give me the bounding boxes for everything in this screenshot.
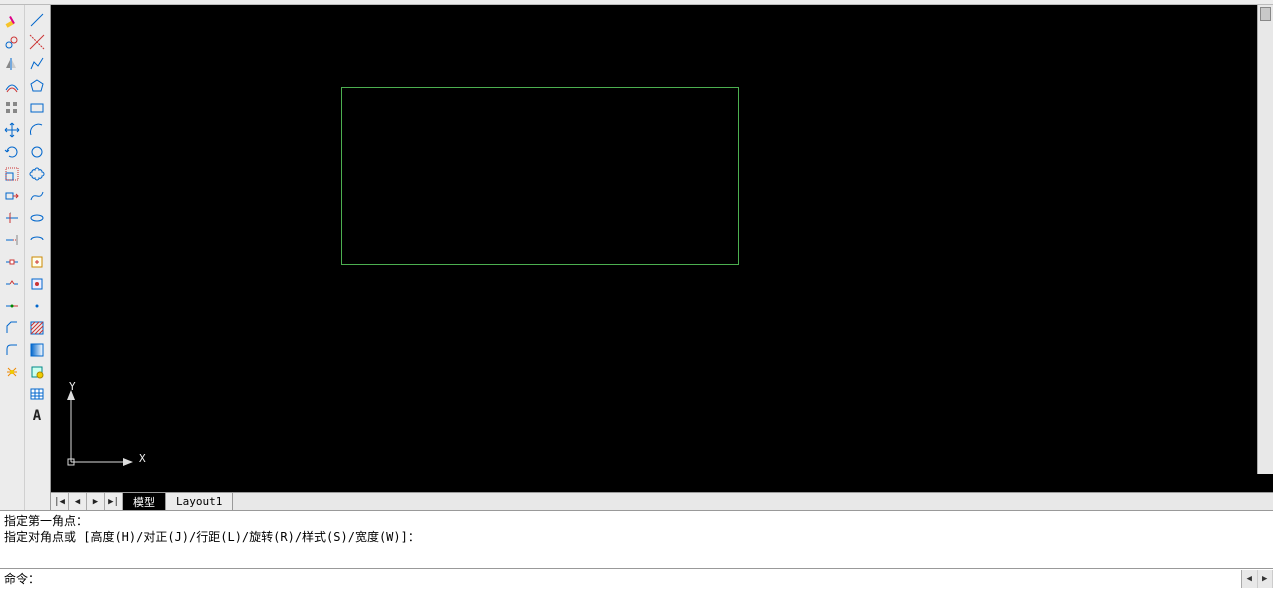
arc-icon[interactable] (26, 119, 48, 141)
command-line: 命令： ◀ ▶ (0, 568, 1273, 588)
extend-icon[interactable] (1, 229, 23, 251)
ucs-y-label: Y (69, 380, 76, 393)
spline-icon[interactable] (26, 185, 48, 207)
break-point-icon[interactable] (1, 251, 23, 273)
tab-layout1[interactable]: Layout1 (166, 493, 233, 510)
tab-nav-prev[interactable]: ◀ (69, 493, 87, 510)
mtext-icon[interactable]: A (26, 405, 48, 427)
command-hscroll: ◀ ▶ (1241, 570, 1273, 588)
tab-nav-last[interactable]: ▶| (105, 493, 123, 510)
table-icon[interactable] (26, 383, 48, 405)
ucs-x-label: X (139, 452, 146, 465)
modify-toolbar (0, 5, 25, 510)
cmd-scroll-right-icon[interactable]: ▶ (1258, 570, 1273, 588)
offset-icon[interactable] (1, 75, 23, 97)
history-line-2: 指定对角点或 [高度(H)/对正(J)/行距(L)/旋转(R)/样式(S)/宽度… (4, 530, 420, 544)
ucs-icon: Y X (61, 382, 141, 472)
trim-icon[interactable] (1, 207, 23, 229)
drawn-rectangle[interactable] (341, 87, 739, 265)
mtext-label: A (33, 408, 41, 424)
stretch-icon[interactable] (1, 185, 23, 207)
cmd-scroll-left-icon[interactable]: ◀ (1242, 570, 1258, 588)
drawing-canvas[interactable]: Y X (51, 5, 1273, 492)
layout-tabs: |◀ ◀ ▶ ▶| 模型 Layout1 (51, 492, 1273, 510)
gradient-icon[interactable] (26, 339, 48, 361)
history-line-1: 指定第一角点： (4, 514, 88, 528)
vertical-scrollbar[interactable] (1257, 5, 1273, 474)
command-prompt: 命令： (0, 570, 44, 587)
tab-nav-first[interactable]: |◀ (51, 493, 69, 510)
command-history: 指定第一角点： 指定对角点或 [高度(H)/对正(J)/行距(L)/旋转(R)/… (0, 510, 1273, 568)
break-icon[interactable] (1, 273, 23, 295)
erase-icon[interactable] (1, 9, 23, 31)
tab-model[interactable]: 模型 (123, 493, 166, 510)
tab-nav-next[interactable]: ▶ (87, 493, 105, 510)
region-icon[interactable] (26, 361, 48, 383)
make-block-icon[interactable] (26, 273, 48, 295)
mirror-icon[interactable] (1, 53, 23, 75)
chamfer-icon[interactable] (1, 317, 23, 339)
move-icon[interactable] (1, 119, 23, 141)
ellipse-arc-icon[interactable] (26, 229, 48, 251)
main-row: A Y X |◀ ◀ (0, 5, 1273, 510)
scrollbar-thumb[interactable] (1260, 7, 1271, 21)
fillet-icon[interactable] (1, 339, 23, 361)
polyline-icon[interactable] (26, 53, 48, 75)
point-icon[interactable] (26, 295, 48, 317)
command-input[interactable] (44, 570, 1241, 588)
canvas-column: Y X |◀ ◀ ▶ ▶| 模型 Layout1 (51, 5, 1273, 510)
left-toolbars: A (0, 5, 51, 510)
copy-icon[interactable] (1, 31, 23, 53)
construction-line-icon[interactable] (26, 31, 48, 53)
rectangle-icon[interactable] (26, 97, 48, 119)
ellipse-icon[interactable] (26, 207, 48, 229)
polygon-icon[interactable] (26, 75, 48, 97)
hatch-icon[interactable] (26, 317, 48, 339)
scale-icon[interactable] (1, 163, 23, 185)
array-icon[interactable] (1, 97, 23, 119)
explode-icon[interactable] (1, 361, 23, 383)
insert-block-icon[interactable] (26, 251, 48, 273)
line-icon[interactable] (26, 9, 48, 31)
rotate-icon[interactable] (1, 141, 23, 163)
revision-cloud-icon[interactable] (26, 163, 48, 185)
draw-toolbar: A (25, 5, 50, 510)
circle-icon[interactable] (26, 141, 48, 163)
join-icon[interactable] (1, 295, 23, 317)
